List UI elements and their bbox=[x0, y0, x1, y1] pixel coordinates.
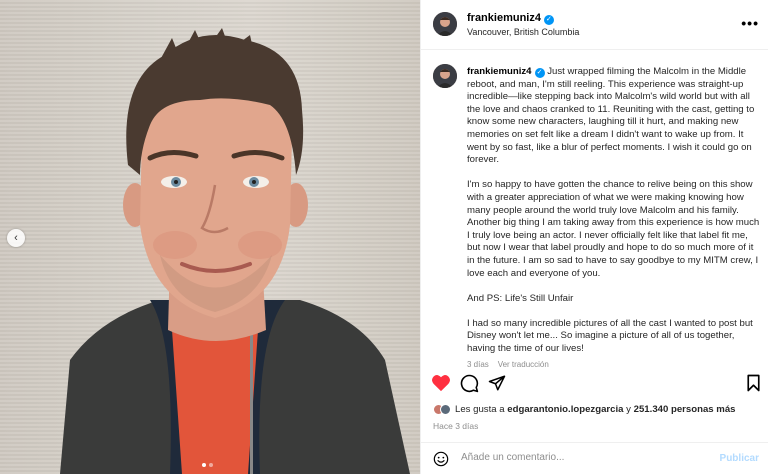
likes-count[interactable]: 251.340 personas más bbox=[634, 404, 736, 415]
likes-user[interactable]: edgarantonio.lopezgarcia bbox=[507, 404, 623, 415]
carousel-dot-active bbox=[202, 463, 206, 467]
caption-paragraph-2: I'm so happy to have gotten the chance t… bbox=[467, 179, 760, 279]
verified-badge-icon: ✓ bbox=[534, 68, 545, 78]
likes-connector: y bbox=[626, 404, 631, 415]
caption-paragraph-4: I had so many incredible pictures of all… bbox=[467, 317, 753, 355]
verified-badge-icon: ✓ bbox=[543, 15, 554, 25]
publish-button[interactable]: Publicar bbox=[720, 453, 759, 464]
caption-paragraph-3: And PS: Life's Still Unfair bbox=[467, 292, 574, 304]
carousel-dots bbox=[202, 463, 213, 467]
avatar[interactable] bbox=[433, 12, 457, 36]
post-header: frankiemuniz4 ✓ Vancouver, British Columb… bbox=[421, 0, 768, 50]
caption-area: frankiemuniz4 ✓ Just wrapped filming the … bbox=[421, 62, 768, 368]
heart-icon[interactable] bbox=[431, 374, 451, 397]
caption-avatar[interactable] bbox=[433, 64, 457, 88]
caption-text: frankiemuniz4 ✓ Just wrapped filming the … bbox=[467, 66, 763, 368]
carousel-dot bbox=[209, 463, 213, 467]
translate-link[interactable]: Ver traducción bbox=[498, 360, 549, 368]
caption-time: 3 días bbox=[467, 360, 489, 368]
liker-avatar bbox=[440, 404, 451, 415]
caption-username[interactable]: frankiemuniz4 bbox=[467, 66, 532, 77]
action-bar bbox=[421, 372, 768, 396]
comment-input[interactable] bbox=[461, 452, 711, 463]
location-link[interactable]: Vancouver, British Columbia bbox=[467, 27, 579, 37]
chevron-left-icon: ‹ bbox=[14, 232, 18, 244]
post-details-panel: frankiemuniz4 ✓ Vancouver, British Columb… bbox=[420, 0, 768, 474]
emoji-icon[interactable] bbox=[433, 451, 449, 472]
posted-ago: Hace 3 días bbox=[433, 421, 479, 431]
caption-meta: 3 días Ver traducción bbox=[467, 360, 549, 368]
more-horizontal-icon[interactable]: ••• bbox=[741, 15, 759, 31]
caption-paragraph-1: Just wrapped filming the Malcolm in the … bbox=[467, 66, 755, 166]
comment-bar: Publicar bbox=[421, 442, 768, 474]
share-icon[interactable] bbox=[488, 374, 506, 397]
comment-icon[interactable] bbox=[460, 374, 479, 398]
likes-summary[interactable]: Les gusta a edgarantonio.lopezgarcia y 2… bbox=[433, 404, 736, 415]
username-text[interactable]: frankiemuniz4 bbox=[467, 12, 541, 24]
header-username[interactable]: frankiemuniz4 ✓ bbox=[467, 12, 554, 25]
post-photo[interactable]: ‹ bbox=[0, 0, 420, 474]
carousel-prev-button[interactable]: ‹ bbox=[7, 229, 25, 247]
bookmark-icon[interactable] bbox=[746, 374, 761, 397]
selfie-portrait bbox=[60, 28, 410, 474]
likes-prefix: Les gusta a bbox=[455, 404, 505, 415]
